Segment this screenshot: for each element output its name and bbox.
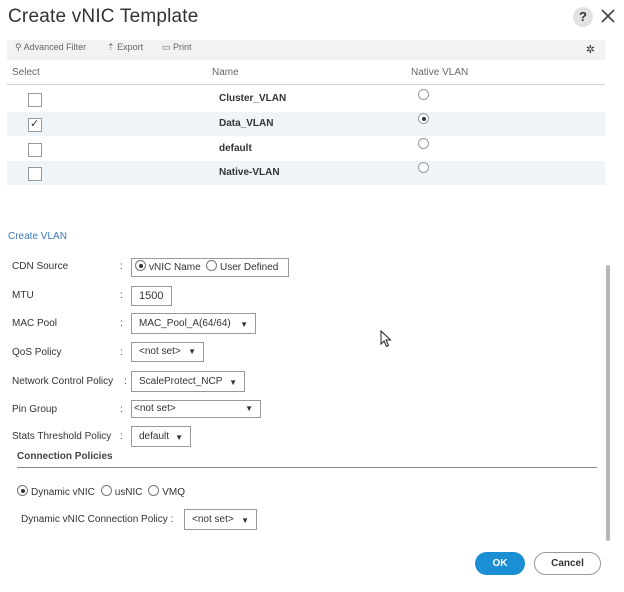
radio-selected-icon [135, 260, 146, 271]
filter-icon: ⚲ [15, 42, 22, 52]
connection-policy-radio-group: Dynamic vNIC usNIC VMQ [17, 485, 188, 498]
row-checkbox[interactable] [28, 117, 42, 132]
create-vlan-link[interactable]: Create VLAN [8, 231, 67, 242]
cdn-source-user-defined-option[interactable]: User Defined [206, 259, 278, 276]
dynamic-vnic-policy-label: Dynamic vNIC Connection Policy : [21, 514, 174, 525]
native-vlan-radio[interactable] [418, 138, 429, 149]
mouse-pointer-icon [380, 329, 392, 351]
table-row[interactable]: Data_VLAN [7, 112, 605, 136]
dialog-title: Create vNIC Template [8, 6, 199, 27]
radio-icon [148, 485, 160, 496]
chevron-down-icon: ▼ [240, 320, 248, 329]
native-vlan-radio[interactable] [418, 162, 429, 173]
qos-policy-label: QoS Policy [12, 347, 62, 358]
vlan-name: default [219, 143, 252, 154]
column-header-select: Select [12, 67, 40, 78]
row-checkbox[interactable] [28, 143, 42, 157]
ok-button[interactable]: OK [475, 552, 525, 575]
radio-icon [100, 485, 112, 496]
chevron-down-icon: ▼ [175, 433, 183, 442]
cancel-button[interactable]: Cancel [534, 552, 601, 575]
table-row[interactable]: Native-VLAN [7, 161, 605, 185]
vlan-name: Cluster_VLAN [219, 93, 287, 104]
column-header-name: Name [212, 67, 239, 78]
dynamic-vnic-option[interactable]: Dynamic vNIC [17, 485, 95, 498]
radio-icon [206, 260, 217, 271]
print-icon: ▭ [162, 42, 171, 52]
help-icon[interactable]: ? [573, 7, 593, 27]
stats-threshold-policy-select[interactable]: default ▼ [131, 426, 191, 447]
mac-pool-select[interactable]: MAC_Pool_A(64/64) ▼ [131, 313, 256, 334]
usnic-option[interactable]: usNIC [100, 485, 142, 498]
cdn-source-label: CDN Source [12, 261, 69, 272]
connection-policies-divider [17, 467, 597, 468]
column-header-native-vlan: Native VLAN [411, 67, 469, 78]
export-icon: ⇡ [107, 42, 115, 52]
cdn-source-radio-group: vNIC Name User Defined [131, 258, 289, 277]
vertical-scrollbar[interactable] [606, 265, 610, 541]
table-toolbar: ⚲ Advanced Filter ⇡ Export ▭ Print ✲ [7, 40, 605, 60]
row-checkbox[interactable] [28, 167, 42, 181]
network-control-policy-label: Network Control Policy [12, 376, 114, 387]
qos-policy-select[interactable]: <not set> ▼ [131, 342, 204, 362]
gear-icon[interactable]: ✲ [586, 43, 595, 56]
vmq-option[interactable]: VMQ [148, 485, 185, 498]
vlan-name: Data_VLAN [219, 118, 274, 129]
pin-group-label: Pin Group [12, 404, 58, 415]
table-row[interactable]: Cluster_VLAN [7, 87, 605, 111]
mac-pool-label: MAC Pool [12, 318, 58, 329]
print-button[interactable]: ▭ Print [162, 42, 192, 53]
cdn-source-vnic-name-option[interactable]: vNIC Name [135, 259, 201, 276]
native-vlan-radio[interactable] [418, 113, 429, 124]
pin-group-select[interactable]: <not set> ▼ [131, 400, 261, 418]
advanced-filter-button[interactable]: ⚲ Advanced Filter [15, 42, 86, 53]
radio-selected-icon [17, 485, 28, 496]
chevron-down-icon: ▼ [229, 378, 237, 387]
native-vlan-radio[interactable] [418, 89, 429, 100]
network-control-policy-select[interactable]: ScaleProtect_NCP ▼ [131, 371, 245, 392]
export-button[interactable]: ⇡ Export [107, 42, 143, 53]
mtu-input[interactable]: 1500 [131, 286, 172, 306]
table-row[interactable]: default [7, 137, 605, 161]
connection-policies-title: Connection Policies [17, 451, 113, 462]
dynamic-vnic-policy-select[interactable]: <not set> ▼ [184, 509, 257, 530]
row-checkbox[interactable] [28, 93, 42, 107]
chevron-down-icon: ▼ [241, 516, 249, 525]
chevron-down-icon: ▼ [245, 404, 253, 413]
table-header-divider [7, 84, 605, 85]
vlan-name: Native-VLAN [219, 167, 280, 178]
chevron-down-icon: ▼ [188, 347, 196, 356]
stats-threshold-policy-label: Stats Threshold Policy [12, 431, 112, 442]
close-icon[interactable] [599, 6, 617, 26]
mtu-label: MTU [12, 290, 34, 301]
